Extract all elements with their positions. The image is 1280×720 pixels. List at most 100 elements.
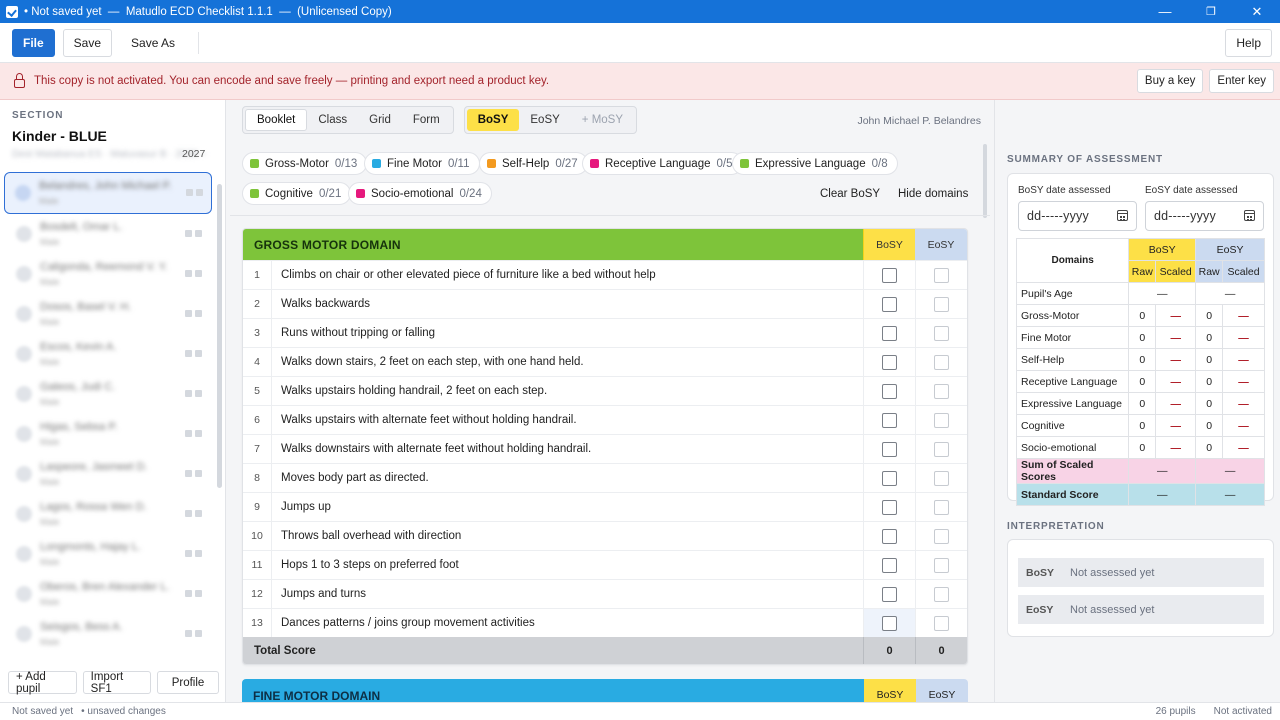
sidebar: SECTION Kinder - BLUE Dest Matabanua ES … [0, 100, 226, 702]
bosy-cell [863, 348, 915, 376]
bosy-scaled-value: — [1155, 348, 1197, 371]
eosy-checkbox[interactable] [934, 325, 949, 341]
add-pupil-button[interactable]: + Add pupil [8, 671, 77, 695]
pupil-list-item[interactable]: Seisgos, Bess A. Male [6, 614, 210, 654]
bosy-checkbox[interactable] [882, 325, 897, 341]
section-meta: Dest Matabanua ES · Matuvasur B · 2026 – [12, 149, 206, 160]
pupil-list-item[interactable]: Dosos, Basel V. H. Male [6, 294, 210, 334]
eosy-checkbox[interactable] [934, 470, 949, 486]
checklist-item-row: 4 Walks down stairs, 2 feet on each step,… [243, 347, 967, 376]
domain-chip[interactable]: Self-Help 0/27 [479, 152, 588, 175]
pupil-list-item[interactable]: Higas, Sebsa P. Male [6, 414, 210, 454]
help-button[interactable]: Help [1225, 29, 1272, 57]
bosy-checkbox[interactable] [882, 441, 897, 457]
eosy-checkbox[interactable] [934, 615, 949, 631]
bosy-date-input[interactable]: dd-----yyyy [1018, 201, 1137, 231]
item-number: 13 [251, 617, 263, 629]
bosy-checkbox[interactable] [882, 267, 897, 283]
pupil-list-item[interactable]: Belandres, John Michael P. Male [4, 172, 212, 214]
eosy-cell [915, 435, 967, 463]
view-tab-booklet[interactable]: Booklet [245, 109, 308, 131]
bosy-checkbox[interactable] [882, 354, 897, 370]
domain-chip[interactable]: Expressive Language 0/8 [732, 152, 898, 175]
pupil-list-item[interactable]: Lagos, Rossa Wen D. Male [6, 494, 210, 534]
eosy-checkbox[interactable] [934, 383, 949, 399]
total-score-bosy: 0 [863, 637, 915, 664]
domain-chip[interactable]: Fine Motor 0/11 [364, 152, 480, 175]
clear-bosy-button[interactable]: Clear BoSY [820, 188, 880, 200]
view-tab-form[interactable]: Form [402, 109, 451, 131]
bosy-checkbox[interactable] [882, 586, 897, 602]
eosy-checkbox[interactable] [934, 586, 949, 602]
eosy-checkbox[interactable] [934, 267, 949, 283]
close-icon[interactable]: ✕ [1234, 0, 1280, 23]
pupil-list-item[interactable]: Bosdelt, Omar L. Male [6, 214, 210, 254]
pupil-count: 26 pupils [1155, 706, 1196, 717]
main-scrollbar[interactable] [983, 144, 987, 218]
bosy-cell [863, 551, 915, 579]
eosy-checkbox[interactable] [934, 441, 949, 457]
summary-bosy-header: BoSY [1128, 238, 1197, 261]
eosy-checkbox[interactable] [934, 528, 949, 544]
title-bar: • Not saved yet — Matudlo ECD Checklist … [0, 0, 1280, 23]
term-tab-bosy[interactable]: BoSY [466, 109, 520, 131]
item-text: Walks upstairs holding handrail, 2 feet … [271, 377, 863, 405]
pupil-name: Galeos, Judi C. [40, 381, 116, 393]
bosy-cell [863, 406, 915, 434]
bosy-checkbox[interactable] [882, 470, 897, 486]
save-as-button[interactable]: Save As [120, 28, 187, 57]
save-button[interactable]: Save [62, 28, 113, 57]
domain-chip[interactable]: Gross-Motor 0/13 [242, 152, 368, 175]
buy-key-button[interactable]: Buy a key [1136, 69, 1204, 93]
eosy-scaled-value: — [1222, 392, 1265, 415]
pupil-list-item[interactable]: Longmonts, Hajay L. Male [6, 534, 210, 574]
domain-chip[interactable]: Receptive Language 0/5 [582, 152, 743, 175]
bosy-checkbox[interactable] [882, 557, 897, 573]
minimize-icon[interactable]: — [1142, 0, 1188, 23]
summary-card: BoSY date assessed EoSY date assessed dd… [1007, 173, 1274, 506]
bosy-cell [863, 522, 915, 550]
bosy-checkbox[interactable] [882, 383, 897, 399]
avatar [16, 466, 32, 482]
standard-score-eosy: — [1195, 483, 1265, 506]
enter-key-button[interactable]: Enter key [1209, 69, 1274, 93]
file-button[interactable]: File [12, 28, 55, 57]
eosy-checkbox[interactable] [934, 499, 949, 515]
eosy-raw-value: 0 [1195, 326, 1224, 349]
domain-chip[interactable]: Cognitive 0/21 [242, 182, 352, 205]
profile-button[interactable]: Profile [157, 671, 219, 694]
maximize-icon[interactable]: ❐ [1188, 0, 1234, 23]
checklist-item-row: 8 Moves body part as directed. [243, 463, 967, 492]
pupil-list-item[interactable]: Laspeore, Jasmeet D. Male [6, 454, 210, 494]
eosy-checkbox[interactable] [934, 412, 949, 428]
eosy-checkbox[interactable] [934, 557, 949, 573]
eosy-checkbox[interactable] [934, 296, 949, 312]
add-mosy-tab[interactable]: + MoSY [571, 109, 634, 131]
eosy-date-input[interactable]: dd-----yyyy [1145, 201, 1264, 231]
domain-chip[interactable]: Socio-emotional 0/24 [348, 182, 492, 205]
calendar-icon[interactable] [1244, 210, 1255, 221]
pupil-list-item[interactable]: Escos, Kevin A. Male [6, 334, 210, 374]
bosy-checkbox[interactable] [882, 528, 897, 544]
eosy-scaled-value: — [1222, 326, 1265, 349]
term-tab-eosy[interactable]: EoSY [519, 109, 570, 131]
eosy-checkbox[interactable] [934, 354, 949, 370]
pupil-list-item[interactable]: Oberos, Bren Alexander L. Male [6, 574, 210, 614]
sidebar-scrollbar[interactable] [217, 184, 222, 488]
view-tab-grid[interactable]: Grid [358, 109, 402, 131]
pupil-list-item[interactable]: Caligonda, Reemond V. Y. Male [6, 254, 210, 294]
calendar-icon[interactable] [1117, 210, 1128, 221]
import-sf1-button[interactable]: Import SF1 [82, 671, 151, 695]
view-tab-class[interactable]: Class [307, 109, 358, 131]
item-number: 5 [254, 385, 260, 397]
bosy-checkbox[interactable] [882, 615, 897, 631]
bosy-checkbox[interactable] [882, 296, 897, 312]
total-score-row: Total Score 0 0 [243, 637, 967, 664]
pupil-list-item[interactable]: Galeos, Judi C. Male [6, 374, 210, 414]
bosy-checkbox[interactable] [882, 499, 897, 515]
hide-domains-button[interactable]: Hide domains [898, 188, 968, 200]
item-number: 7 [254, 443, 260, 455]
eosy-cell [915, 290, 967, 318]
bosy-checkbox[interactable] [882, 412, 897, 428]
bosy-cell [863, 609, 915, 637]
